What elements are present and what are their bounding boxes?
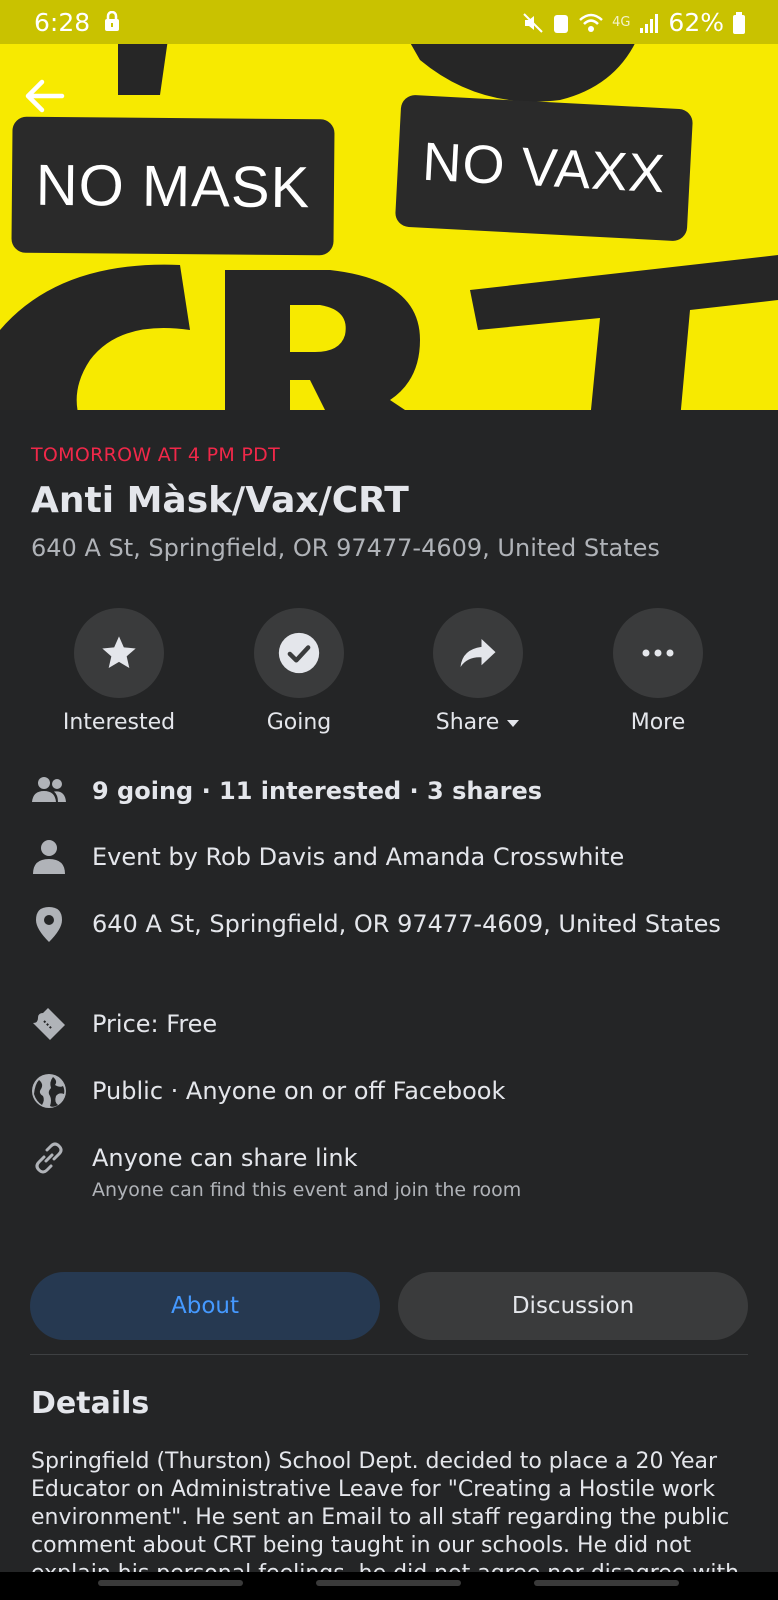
share-label: Share	[435, 710, 500, 735]
signal-icon	[640, 13, 659, 33]
no-vaxx-tag: NO VAXX	[394, 94, 694, 242]
nav-home[interactable]	[316, 1580, 461, 1586]
event-address[interactable]: 640 A St, Springfield, OR 97477-4609, Un…	[31, 534, 660, 562]
details-heading: Details	[31, 1386, 150, 1421]
system-nav-bar	[0, 1572, 778, 1600]
going-label: Going	[266, 710, 332, 735]
status-bar: 6:28 4G 62%	[0, 0, 778, 44]
battery-percent: 62%	[668, 8, 724, 37]
tab-about[interactable]: About	[30, 1272, 380, 1340]
status-time: 6:28	[34, 8, 91, 37]
people-icon	[32, 777, 66, 802]
chevron-down-icon	[507, 720, 520, 727]
event-tabs: About Discussion	[30, 1272, 748, 1340]
network-type: 4G	[612, 15, 631, 30]
back-arrow-icon[interactable]	[22, 74, 66, 118]
more-label: More	[630, 710, 686, 735]
stats-text: 9 going · 11 interested · 3 shares	[92, 777, 543, 805]
wifi-icon	[579, 13, 603, 32]
globe-icon	[32, 1074, 66, 1108]
data-saver-icon	[554, 14, 569, 33]
more-dots-icon	[642, 649, 674, 657]
mute-icon	[523, 12, 543, 33]
star-icon	[102, 636, 136, 668]
interested-label: Interested	[62, 710, 176, 735]
event-cover-image: NO MASK NO VAXX	[0, 0, 778, 410]
nav-back[interactable]	[534, 1580, 679, 1586]
status-right: 4G 62%	[522, 8, 746, 37]
event-date: TOMORROW AT 4 PM PDT	[31, 444, 280, 466]
location-text: 640 A St, Springfield, OR 97477-4609, Un…	[92, 910, 721, 938]
price-text: Price: Free	[92, 1010, 218, 1038]
privacy-text: Public · Anyone on or off Facebook	[92, 1077, 506, 1105]
link-icon	[35, 1142, 63, 1174]
ticket-icon	[33, 1008, 65, 1040]
details-body: Springfield (Thurston) School Dept. deci…	[31, 1449, 739, 1572]
going-button[interactable]: Going	[219, 608, 379, 735]
battery-icon	[733, 11, 745, 34]
more-button[interactable]: More	[578, 608, 738, 735]
person-icon	[33, 840, 65, 874]
tab-discussion[interactable]: Discussion	[398, 1272, 748, 1340]
lock-icon	[105, 11, 119, 31]
host-text: Event by Rob Davis and Amanda Crosswhite	[92, 843, 625, 871]
nav-recents[interactable]	[98, 1580, 243, 1586]
map-pin-icon	[36, 907, 62, 942]
interested-button[interactable]: Interested	[39, 608, 199, 735]
share-link-text: Anyone can share link	[92, 1144, 358, 1172]
share-button[interactable]: Share	[398, 608, 558, 735]
share-arrow-icon	[460, 639, 496, 667]
action-bar: Interested Going Share More	[0, 608, 778, 748]
check-circle-icon	[278, 632, 320, 674]
event-title: Anti Màsk/Vax/CRT	[31, 480, 409, 521]
divider	[30, 1354, 748, 1355]
share-link-subtext: Anyone can find this event and join the …	[92, 1179, 522, 1201]
no-mask-tag: NO MASK	[11, 116, 335, 256]
